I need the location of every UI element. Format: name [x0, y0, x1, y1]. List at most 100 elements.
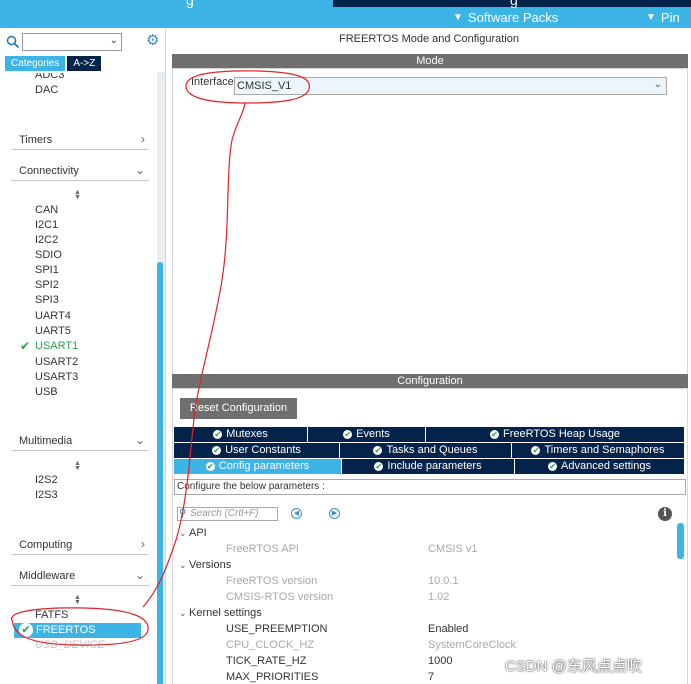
pinout-label: Pin: [660, 10, 680, 25]
info-icon[interactable]: i: [658, 507, 672, 521]
categories-panel: ⌄ ⚙ Categories A->Z ADC3 DAC Timers › Co…: [0, 28, 166, 684]
section-multimedia-label: Multimedia: [19, 435, 73, 447]
interface-select[interactable]: CMSIS_V1 ⌄: [234, 77, 667, 95]
tab-events[interactable]: ✔ Events: [308, 427, 426, 442]
section-middleware[interactable]: Middleware ⌄: [11, 568, 149, 586]
tab-a-to-z[interactable]: A->Z: [67, 56, 102, 71]
list-item-spi3[interactable]: SPI3: [35, 294, 59, 306]
chevron-down-icon: ⌄: [134, 433, 145, 447]
list-item-freertos[interactable]: ✔ FREERTOS: [14, 623, 141, 638]
config-tabs-row-1: ✔ Mutexes ✔ Events ✔ FreeRTOS Heap Usage: [174, 427, 685, 442]
sort-arrows-icon[interactable]: ▲ ▼: [74, 594, 81, 606]
list-item-spi2[interactable]: SPI2: [35, 279, 59, 291]
tab-user-constants[interactable]: ✔ User Constants: [174, 443, 340, 458]
tab-events-label: Events: [356, 428, 390, 440]
list-item-i2c2[interactable]: I2C2: [35, 234, 58, 246]
mode-config-panel: FREERTOS Mode and Configuration Mode Int…: [171, 28, 691, 684]
list-item-uart4[interactable]: UART4: [35, 310, 71, 322]
section-computing-label: Computing: [19, 539, 73, 551]
tab-include-parameters[interactable]: ✔ Include parameters: [342, 459, 515, 474]
group-kernel-label: Kernel settings: [189, 607, 262, 619]
previous-match-icon[interactable]: ◀: [291, 508, 302, 519]
chevron-down-icon: ⌄: [134, 568, 145, 582]
check-icon: ✔: [20, 339, 31, 353]
list-item-i2c1[interactable]: I2C1: [35, 219, 58, 231]
category-search-input[interactable]: ⌄: [22, 33, 122, 51]
interface-label: Interface: [191, 76, 234, 88]
group-versions[interactable]: ⌄ Versions: [179, 559, 231, 571]
list-item-usb-device[interactable]: USB_DEVICE: [35, 639, 105, 651]
tab-advanced-settings-label: Advanced settings: [561, 460, 651, 472]
chevron-down-icon[interactable]: ⌄: [110, 35, 118, 46]
left-scrollbar-thumb[interactable]: [157, 262, 163, 684]
tab-heap-usage[interactable]: ✔ FreeRTOS Heap Usage: [426, 427, 685, 442]
param-value[interactable]: 1.02: [428, 591, 449, 603]
param-value[interactable]: SystemCoreClock: [428, 639, 516, 651]
check-circle-icon: ✔: [343, 430, 353, 439]
section-computing[interactable]: Computing ›: [11, 537, 149, 555]
param-value[interactable]: Enabled: [428, 623, 468, 635]
pinout-menu[interactable]: ▼ Pin: [646, 10, 680, 25]
gear-icon[interactable]: ⚙: [146, 33, 162, 49]
tab-mutexes[interactable]: ✔ Mutexes: [174, 427, 308, 442]
chevron-down-icon[interactable]: ⌄: [654, 79, 662, 90]
tab-label-fragment-2[interactable]: g: [510, 0, 518, 8]
list-item-usart1[interactable]: USART1: [35, 340, 78, 352]
mode-header: Mode: [172, 54, 688, 68]
tab-label-fragment[interactable]: g: [186, 0, 194, 8]
next-match-icon[interactable]: ▶: [329, 508, 340, 519]
list-item-can[interactable]: CAN: [35, 204, 58, 216]
search-icon[interactable]: [6, 35, 20, 49]
tab-timers-semaphores[interactable]: ✔ Timers and Semaphores: [512, 443, 685, 458]
section-connectivity-label: Connectivity: [19, 165, 79, 177]
category-search-row: ⌄ ⚙: [4, 33, 164, 53]
parameter-search-placeholder: Search (Crtl+F): [190, 508, 259, 519]
group-kernel-settings[interactable]: ⌄ Kernel settings: [179, 607, 262, 619]
chevron-down-icon: ⌄: [179, 560, 187, 570]
configure-hint: Configure the below parameters :: [174, 479, 686, 495]
check-circle-icon: ✔: [212, 446, 222, 455]
reset-configuration-button[interactable]: Reset Configuration: [180, 398, 297, 419]
sort-arrows-icon[interactable]: ▲ ▼: [74, 460, 81, 472]
section-middleware-label: Middleware: [19, 570, 76, 582]
tab-mutexes-label: Mutexes: [226, 428, 268, 440]
parameters-scrollbar-thumb[interactable]: [677, 523, 684, 559]
group-api-label: API: [189, 527, 207, 539]
chevron-down-icon: ⌄: [134, 163, 145, 177]
section-timers[interactable]: Timers ›: [11, 132, 149, 150]
group-api[interactable]: ⌄ API: [179, 527, 207, 539]
tab-timers-semaphores-label: Timers and Semaphores: [544, 444, 665, 456]
tab-user-constants-label: User Constants: [225, 444, 301, 456]
chevron-down-icon: ▼: [646, 12, 656, 23]
config-tabs-row-2: ✔ User Constants ✔ Tasks and Queues ✔ Ti…: [174, 443, 685, 458]
param-value[interactable]: CMSIS v1: [428, 543, 478, 555]
tab-tasks-queues-label: Tasks and Queues: [386, 444, 478, 456]
mode-section: [172, 68, 688, 390]
search-icon: ⚲: [179, 508, 187, 519]
param-value[interactable]: 7: [428, 671, 434, 683]
list-item-i2s2[interactable]: I2S2: [35, 474, 58, 486]
stm32cubemx-window: g g ▼ Software Packs ▼ Pin ⌄ ⚙ Categorie…: [0, 0, 691, 684]
sort-arrows-icon[interactable]: ▲ ▼: [74, 189, 81, 201]
list-item-fatfs[interactable]: FATFS: [35, 609, 68, 621]
software-packs-menu[interactable]: ▼ Software Packs: [453, 10, 558, 25]
param-value[interactable]: 1000: [428, 655, 452, 667]
check-circle-icon: ✔: [19, 623, 33, 637]
list-item-uart5[interactable]: UART5: [35, 325, 71, 337]
list-item-dac[interactable]: DAC: [35, 84, 58, 96]
list-item-usart2[interactable]: USART2: [35, 356, 78, 368]
tab-config-parameters[interactable]: ✔ Config parameters: [174, 459, 342, 474]
parameter-search-input[interactable]: ⚲ Search (Crtl+F): [177, 507, 278, 521]
tab-tasks-queues[interactable]: ✔ Tasks and Queues: [340, 443, 512, 458]
param-value[interactable]: 10.0.1: [428, 575, 459, 587]
list-item-freertos-label: FREERTOS: [36, 624, 96, 636]
tab-advanced-settings[interactable]: ✔ Advanced settings: [515, 459, 685, 474]
section-connectivity[interactable]: Connectivity ⌄: [11, 163, 149, 181]
list-item-usart3[interactable]: USART3: [35, 371, 78, 383]
list-item-spi1[interactable]: SPI1: [35, 264, 59, 276]
tab-categories[interactable]: Categories: [5, 56, 66, 71]
list-item-i2s3[interactable]: I2S3: [35, 489, 58, 501]
section-multimedia[interactable]: Multimedia ⌄: [11, 433, 149, 451]
list-item-usb[interactable]: USB: [35, 386, 58, 398]
list-item-sdio[interactable]: SDIO: [35, 249, 62, 261]
